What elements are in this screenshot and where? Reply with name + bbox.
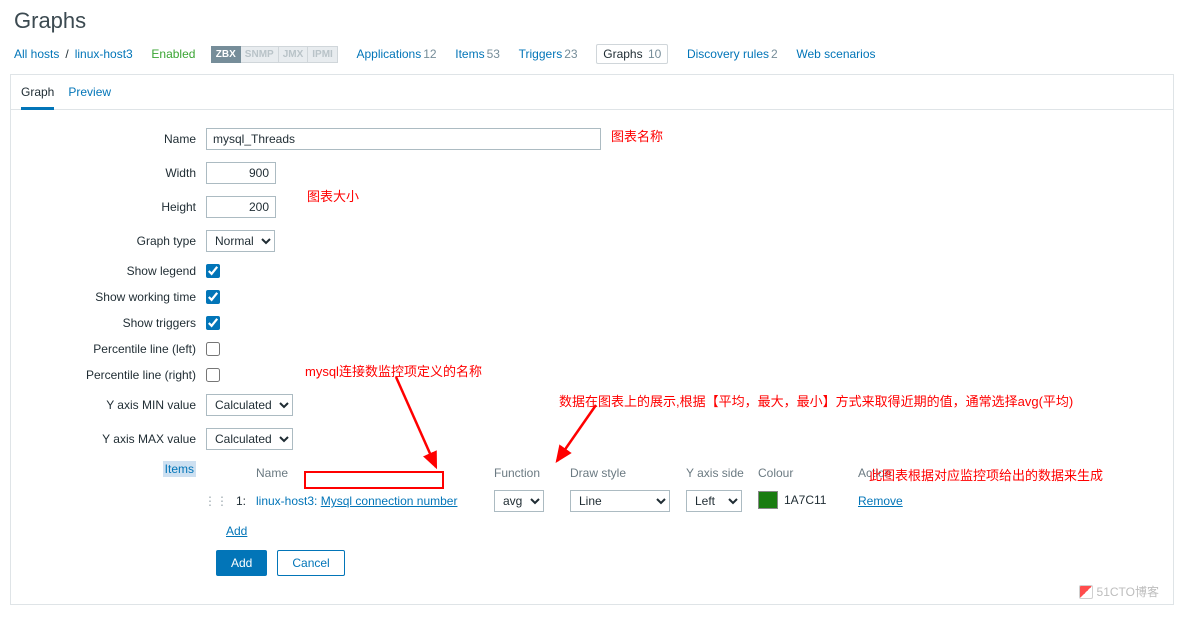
tab-preview[interactable]: Preview [68, 85, 111, 109]
badge-snmp: SNMP [241, 46, 279, 63]
label-graph-type: Graph type [11, 234, 206, 248]
checkbox-show-triggers[interactable] [206, 316, 220, 330]
page-title: Graphs [0, 0, 1184, 44]
label-items: Items [11, 462, 206, 476]
nav-applications[interactable]: Applications12 [357, 47, 437, 61]
form-area: Name Width Height Graph type Normal Show… [11, 110, 1173, 586]
select-ymax[interactable]: Calculated [206, 428, 293, 450]
checkbox-perc-right[interactable] [206, 368, 220, 382]
select-graph-type[interactable]: Normal [206, 230, 275, 252]
label-show-legend: Show legend [11, 264, 206, 278]
add-item-link[interactable]: Add [226, 524, 247, 538]
item-name-link[interactable]: Mysql connection number [321, 494, 458, 508]
tabs: Graph Preview [11, 75, 1173, 110]
label-ymin: Y axis MIN value [11, 398, 206, 412]
label-show-working: Show working time [11, 290, 206, 304]
status-enabled: Enabled [151, 47, 195, 61]
nav-discovery[interactable]: Discovery rules2 [687, 47, 778, 61]
input-width[interactable] [206, 162, 276, 184]
watermark: 51CTO博客 [1079, 583, 1159, 600]
select-function[interactable]: avg [494, 490, 544, 512]
host-nav: All hosts / linux-host3 Enabled ZBX SNMP… [0, 44, 1184, 74]
items-header: Name Function Draw style Y axis side Col… [206, 462, 1173, 486]
checkbox-show-legend[interactable] [206, 264, 220, 278]
input-height[interactable] [206, 196, 276, 218]
badge-ipmi: IPMI [308, 46, 338, 63]
col-side: Y axis side [686, 466, 758, 480]
add-button[interactable]: Add [216, 550, 267, 576]
select-ymin[interactable]: Calculated [206, 394, 293, 416]
label-ymax: Y axis MAX value [11, 432, 206, 446]
nav-web[interactable]: Web scenarios [796, 47, 875, 61]
input-name[interactable] [206, 128, 601, 150]
colour-value: 1A7C11 [784, 493, 826, 507]
checkbox-perc-left[interactable] [206, 342, 220, 356]
col-colour: Colour [758, 466, 858, 480]
tab-graph[interactable]: Graph [21, 85, 54, 110]
item-host-link[interactable]: linux-host3: [256, 494, 317, 508]
remove-link[interactable]: Remove [858, 494, 903, 508]
label-perc-left: Percentile line (left) [11, 342, 206, 356]
nav-graphs-active[interactable]: Graphs 10 [596, 44, 668, 64]
cancel-button[interactable]: Cancel [277, 550, 344, 576]
badge-jmx: JMX [279, 46, 309, 63]
link-host[interactable]: linux-host3 [75, 47, 133, 61]
colour-swatch[interactable] [758, 491, 778, 509]
link-all-hosts[interactable]: All hosts [14, 47, 59, 61]
label-perc-right: Percentile line (right) [11, 368, 206, 382]
label-width: Width [11, 166, 206, 180]
col-draw: Draw style [570, 466, 686, 480]
select-draw-style[interactable]: Line [570, 490, 670, 512]
drag-handle-icon[interactable]: ⋮⋮ [206, 494, 226, 508]
label-show-triggers: Show triggers [11, 316, 206, 330]
col-action: Action [858, 466, 918, 480]
nav-items[interactable]: Items53 [455, 47, 500, 61]
checkbox-show-working[interactable] [206, 290, 220, 304]
col-function: Function [494, 466, 570, 480]
badge-zbx: ZBX [211, 46, 241, 63]
item-row: ⋮⋮ 1: linux-host3: Mysql connection numb… [206, 486, 1173, 516]
select-yaxis-side[interactable]: Left [686, 490, 742, 512]
row-index: 1: [226, 494, 246, 508]
interface-badges: ZBX SNMP JMX IPMI [211, 46, 338, 63]
label-name: Name [11, 132, 206, 146]
separator: / [65, 47, 68, 61]
col-name: Name [246, 466, 494, 480]
label-height: Height [11, 200, 206, 214]
nav-triggers[interactable]: Triggers23 [519, 47, 578, 61]
content-panel: Graph Preview Name Width Height Graph ty… [10, 74, 1174, 605]
watermark-logo-icon [1079, 585, 1093, 599]
